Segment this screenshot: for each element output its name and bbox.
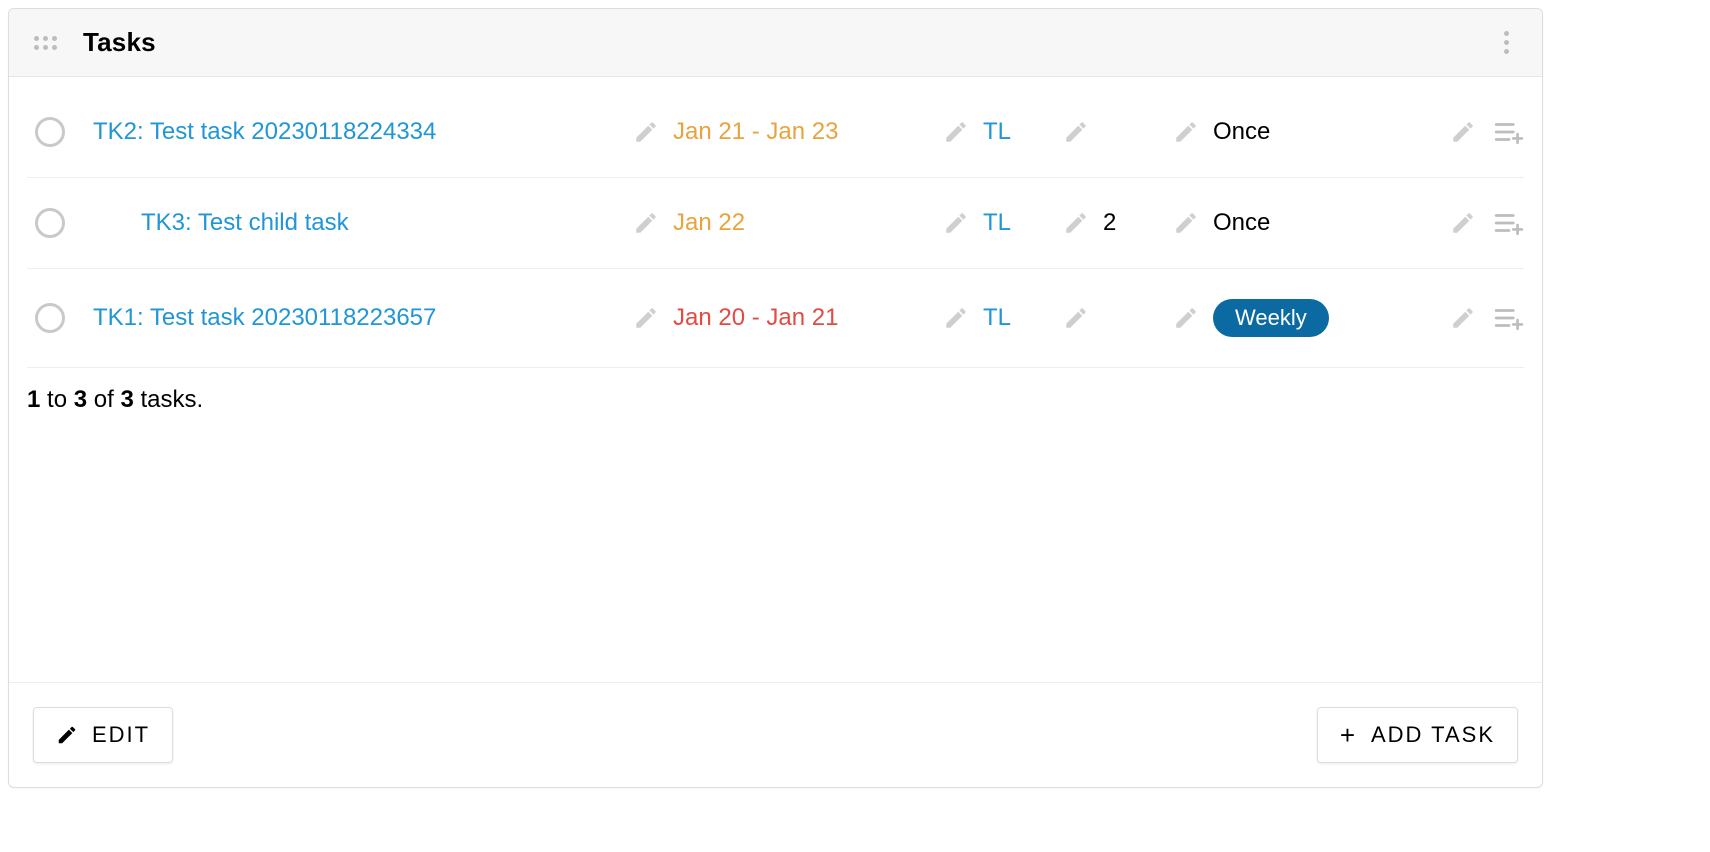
pencil-icon[interactable] <box>943 119 969 145</box>
task-recurrence-cell: Weekly <box>1213 299 1393 337</box>
row-actions <box>1450 119 1524 145</box>
task-title-link[interactable]: TK3: Test child task <box>141 209 349 237</box>
pager-total: 3 <box>120 386 133 413</box>
pencil-icon[interactable] <box>1173 210 1199 236</box>
pager-to: 3 <box>74 386 87 413</box>
pencil-icon <box>56 724 78 746</box>
task-owner-link[interactable]: TL <box>983 304 1011 332</box>
task-owner-link[interactable]: TL <box>983 118 1011 146</box>
task-checkbox[interactable] <box>35 117 65 147</box>
plus-icon: + <box>1340 722 1357 748</box>
pencil-icon[interactable] <box>633 119 659 145</box>
drag-handle-icon[interactable] <box>33 31 57 55</box>
task-date-cell: Jan 22 <box>673 209 943 237</box>
pencil-icon[interactable] <box>1063 305 1089 331</box>
panel-title: Tasks <box>83 27 156 58</box>
more-menu-button[interactable] <box>1494 31 1518 54</box>
task-recurrence-cell: Once <box>1213 118 1393 146</box>
task-row: TK2: Test task 20230118224334 Jan 21 - Ja… <box>27 87 1524 178</box>
pencil-icon[interactable] <box>943 305 969 331</box>
task-list: TK2: Test task 20230118224334 Jan 21 - Ja… <box>9 77 1542 368</box>
task-checkbox[interactable] <box>35 208 65 238</box>
task-row: TK1: Test task 20230118223657 Jan 20 - Ja… <box>27 269 1524 368</box>
add-subtask-icon[interactable] <box>1494 306 1524 330</box>
task-owner-cell: TL <box>983 118 1063 146</box>
task-date: Jan 22 <box>673 209 745 237</box>
panel-header: Tasks <box>9 9 1542 77</box>
task-title-cell: TK2: Test task 20230118224334 <box>93 118 633 146</box>
row-actions <box>1450 305 1524 331</box>
task-date-cell: Jan 21 - Jan 23 <box>673 118 943 146</box>
add-subtask-icon[interactable] <box>1494 211 1524 235</box>
task-owner-link[interactable]: TL <box>983 209 1011 237</box>
pencil-icon[interactable] <box>1450 210 1476 236</box>
pencil-icon[interactable] <box>1063 119 1089 145</box>
pager-text: 1 to 3 of 3 tasks. <box>9 368 1542 414</box>
recurrence-text: Once <box>1213 209 1270 237</box>
task-title-link[interactable]: TK2: Test task 20230118224334 <box>93 118 436 146</box>
recurrence-badge: Weekly <box>1213 299 1329 337</box>
pencil-icon[interactable] <box>1173 119 1199 145</box>
pencil-icon[interactable] <box>1450 305 1476 331</box>
task-date: Jan 20 - Jan 21 <box>673 304 838 332</box>
task-date: Jan 21 - Jan 23 <box>673 118 838 146</box>
panel-footer: EDIT + ADD TASK <box>9 682 1542 787</box>
add-task-button-label: ADD TASK <box>1371 722 1495 748</box>
task-row: TK3: Test child task Jan 22 TL 2 Once <box>27 178 1524 269</box>
add-subtask-icon[interactable] <box>1494 120 1524 144</box>
recurrence-text: Once <box>1213 118 1270 146</box>
task-owner-cell: TL <box>983 304 1063 332</box>
task-owner-cell: TL <box>983 209 1063 237</box>
task-date-cell: Jan 20 - Jan 21 <box>673 304 943 332</box>
task-count: 2 <box>1103 209 1116 237</box>
pencil-icon[interactable] <box>1173 305 1199 331</box>
add-task-button[interactable]: + ADD TASK <box>1317 707 1518 763</box>
edit-button-label: EDIT <box>92 722 150 748</box>
task-count-cell: 2 <box>1103 209 1173 237</box>
edit-button[interactable]: EDIT <box>33 707 173 763</box>
pencil-icon[interactable] <box>1450 119 1476 145</box>
row-actions <box>1450 210 1524 236</box>
pencil-icon[interactable] <box>633 305 659 331</box>
task-recurrence-cell: Once <box>1213 209 1393 237</box>
pager-from: 1 <box>27 386 40 413</box>
task-title-cell: TK1: Test task 20230118223657 <box>93 304 633 332</box>
task-checkbox[interactable] <box>35 303 65 333</box>
pencil-icon[interactable] <box>633 210 659 236</box>
task-title-cell: TK3: Test child task <box>93 209 633 237</box>
pencil-icon[interactable] <box>1063 210 1089 236</box>
tasks-panel: Tasks TK2: Test task 20230118224334 Jan 2… <box>8 8 1543 788</box>
task-title-link[interactable]: TK1: Test task 20230118223657 <box>93 304 436 332</box>
pencil-icon[interactable] <box>943 210 969 236</box>
